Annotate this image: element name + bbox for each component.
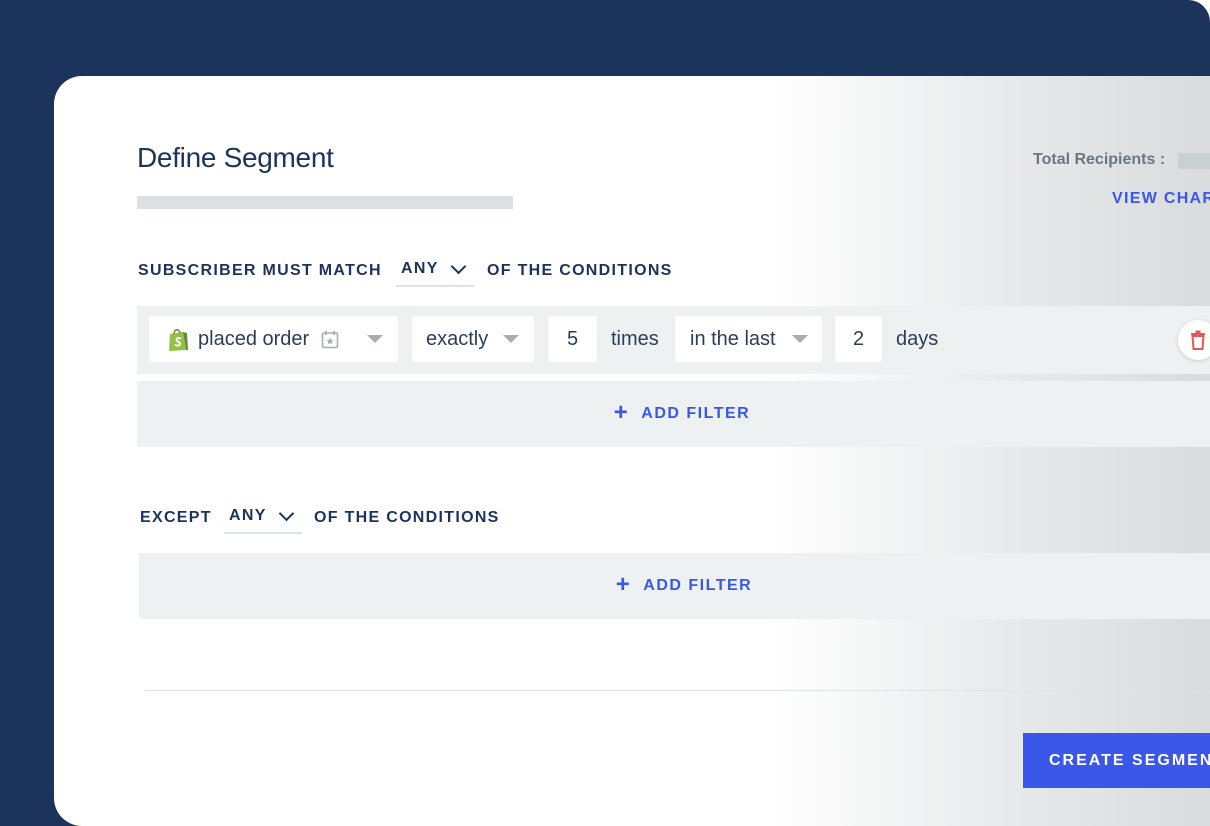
shopify-icon (167, 327, 189, 352)
match-any-select[interactable]: ANY (396, 253, 474, 287)
segment-panel: Define Segment Total Recipients : VIEW C… (54, 76, 1210, 826)
operator-select[interactable]: exactly (412, 316, 534, 362)
count-input-value: 5 (566, 327, 579, 350)
duration-input-value: 2 (852, 327, 865, 350)
footer-divider (145, 690, 1210, 691)
match-prefix-text: SUBSCRIBER MUST MATCH (138, 262, 382, 279)
add-filter-button[interactable]: + ADD FILTER (137, 381, 1210, 447)
timeframe-select-value: in the last (690, 327, 776, 350)
except-suffix-text: OF THE CONDITIONS (314, 509, 500, 526)
timeframe-select[interactable]: in the last (675, 316, 822, 362)
except-any-select[interactable]: ANY (224, 500, 302, 534)
except-prefix-text: EXCEPT (140, 509, 212, 526)
caret-down-icon (367, 335, 383, 343)
calendar-icon (321, 330, 339, 349)
plus-icon: + (615, 570, 632, 598)
segment-name-placeholder-bar[interactable] (137, 196, 513, 209)
caret-down-icon (792, 335, 808, 343)
view-chart-link[interactable]: VIEW CHAR (1112, 190, 1210, 208)
add-exception-filter-button[interactable]: + ADD FILTER (139, 553, 1210, 619)
operator-select-value: exactly (426, 327, 489, 350)
app-frame: Define Segment Total Recipients : VIEW C… (0, 0, 1210, 826)
create-segment-button[interactable]: CREATE SEGMEN (1023, 733, 1210, 788)
duration-unit-label: days (896, 328, 939, 350)
chevron-down-icon (450, 258, 466, 275)
chevron-down-icon (278, 505, 294, 522)
total-recipients-value-bar (1178, 153, 1210, 169)
add-exception-filter-label: ADD FILTER (643, 577, 753, 594)
count-unit-label: times (611, 328, 659, 350)
plus-icon: + (613, 398, 630, 426)
event-select[interactable]: placed order (149, 316, 398, 362)
delete-filter-button[interactable] (1178, 320, 1210, 360)
add-filter-label: ADD FILTER (641, 405, 751, 422)
match-suffix-text: OF THE CONDITIONS (487, 262, 673, 279)
except-any-value: ANY (229, 507, 267, 524)
trash-icon (1190, 330, 1206, 350)
page-title: Define Segment (137, 142, 334, 173)
filter-row: placed order exactly 5 times in the last… (137, 306, 1210, 374)
total-recipients-label: Total Recipients : (1033, 151, 1166, 168)
caret-down-icon (503, 335, 519, 343)
duration-input[interactable]: 2 (835, 316, 882, 362)
count-input[interactable]: 5 (548, 316, 597, 362)
match-any-value: ANY (401, 260, 439, 277)
event-select-value: placed order (198, 327, 310, 350)
